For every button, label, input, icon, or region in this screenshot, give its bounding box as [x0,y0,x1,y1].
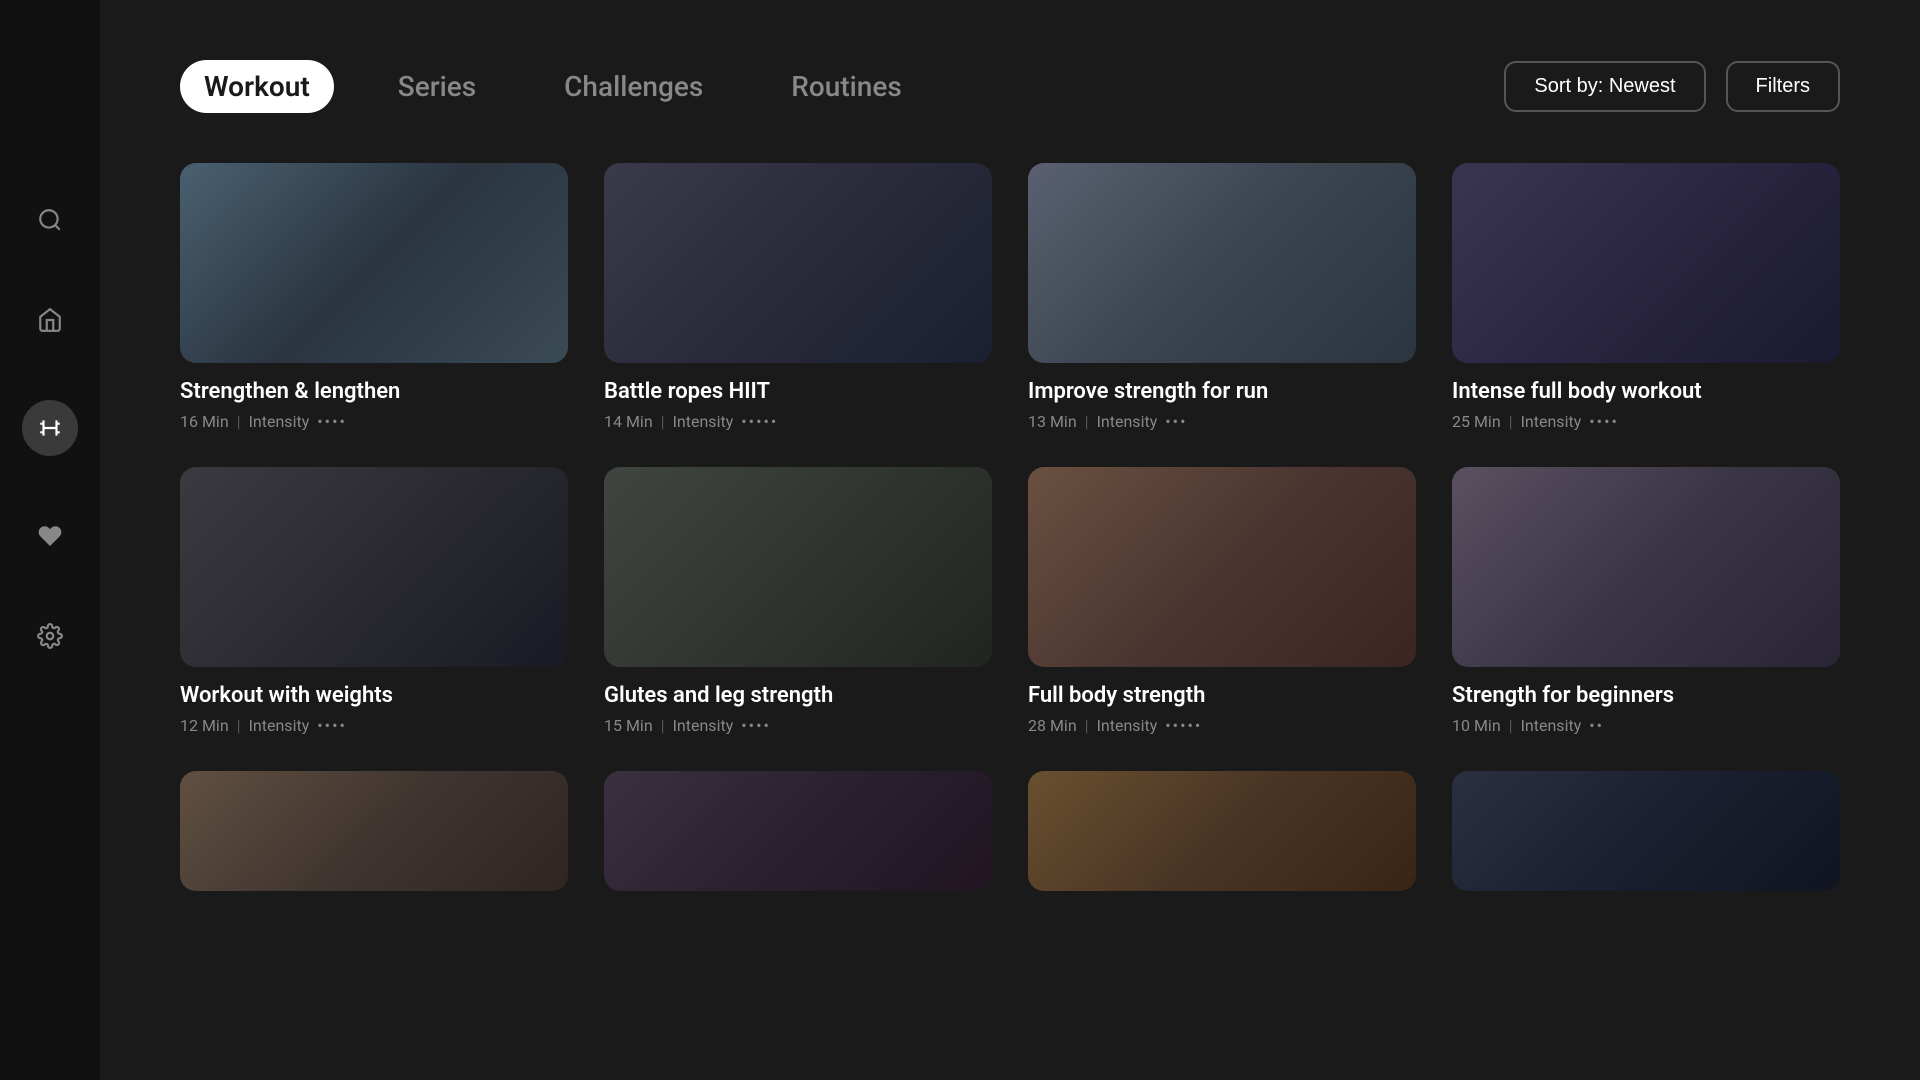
workout-thumbnail-2 [604,163,992,363]
workout-thumbnail-9 [180,771,568,891]
workout-title-2: Battle ropes HIIT [604,379,992,404]
workout-card-12[interactable] [1452,771,1840,907]
workout-thumbnail-1 [180,163,568,363]
workout-title-3: Improve strength for run [1028,379,1416,404]
workout-card-2[interactable]: Battle ropes HIIT 14 Min | Intensity •••… [604,163,992,431]
sort-button[interactable]: Sort by: Newest [1504,61,1705,112]
workout-meta-5: 12 Min | Intensity •••• [180,716,568,735]
sidebar-item-settings[interactable] [30,616,70,656]
workout-title-8: Strength for beginners [1452,683,1840,708]
workout-card-4[interactable]: Intense full body workout 25 Min | Inten… [1452,163,1840,431]
workout-thumbnail-5 [180,467,568,667]
workout-card-5[interactable]: Workout with weights 12 Min | Intensity … [180,467,568,735]
workout-title-1: Strengthen & lengthen [180,379,568,404]
tab-workout[interactable]: Workout [180,60,334,113]
workout-card-6[interactable]: Glutes and leg strength 15 Min | Intensi… [604,467,992,735]
workout-title-7: Full body strength [1028,683,1416,708]
workout-thumbnail-10 [604,771,992,891]
nav-actions: Sort by: Newest Filters [1504,61,1840,112]
sidebar-item-search[interactable] [30,200,70,240]
tab-series[interactable]: Series [374,60,500,113]
main-content: Workout Series Challenges Routines Sort … [100,0,1920,1080]
workout-thumbnail-8 [1452,467,1840,667]
workout-thumbnail-6 [604,467,992,667]
workout-meta-2: 14 Min | Intensity ••••• [604,412,992,431]
sidebar [0,0,100,1080]
workout-card-8[interactable]: Strength for beginners 10 Min | Intensit… [1452,467,1840,735]
workout-card-10[interactable] [604,771,992,907]
workout-meta-3: 13 Min | Intensity ••• [1028,412,1416,431]
workout-meta-1: 16 Min | Intensity •••• [180,412,568,431]
workout-title-4: Intense full body workout [1452,379,1840,404]
workout-meta-7: 28 Min | Intensity ••••• [1028,716,1416,735]
workout-thumbnail-3 [1028,163,1416,363]
workout-card-11[interactable] [1028,771,1416,907]
workout-meta-8: 10 Min | Intensity •• [1452,716,1840,735]
sidebar-item-workout[interactable] [22,400,78,456]
workout-card-1[interactable]: Strengthen & lengthen 16 Min | Intensity… [180,163,568,431]
sidebar-item-home[interactable] [30,300,70,340]
tab-challenges[interactable]: Challenges [540,60,727,113]
nav-tabs: Workout Series Challenges Routines Sort … [180,60,1840,113]
workout-grid-row1: Strengthen & lengthen 16 Min | Intensity… [180,163,1840,431]
workout-thumbnail-4 [1452,163,1840,363]
workout-meta-6: 15 Min | Intensity •••• [604,716,992,735]
sidebar-item-favorites[interactable] [30,516,70,556]
workout-meta-4: 25 Min | Intensity •••• [1452,412,1840,431]
workout-thumbnail-11 [1028,771,1416,891]
workout-thumbnail-7 [1028,467,1416,667]
workout-grid-row3 [180,771,1840,907]
workout-title-5: Workout with weights [180,683,568,708]
workout-card-3[interactable]: Improve strength for run 13 Min | Intens… [1028,163,1416,431]
tab-routines[interactable]: Routines [767,60,926,113]
workout-card-7[interactable]: Full body strength 28 Min | Intensity ••… [1028,467,1416,735]
workout-thumbnail-12 [1452,771,1840,891]
workout-grid-row2: Workout with weights 12 Min | Intensity … [180,467,1840,735]
filters-button[interactable]: Filters [1726,61,1840,112]
workout-card-9[interactable] [180,771,568,907]
workout-title-6: Glutes and leg strength [604,683,992,708]
